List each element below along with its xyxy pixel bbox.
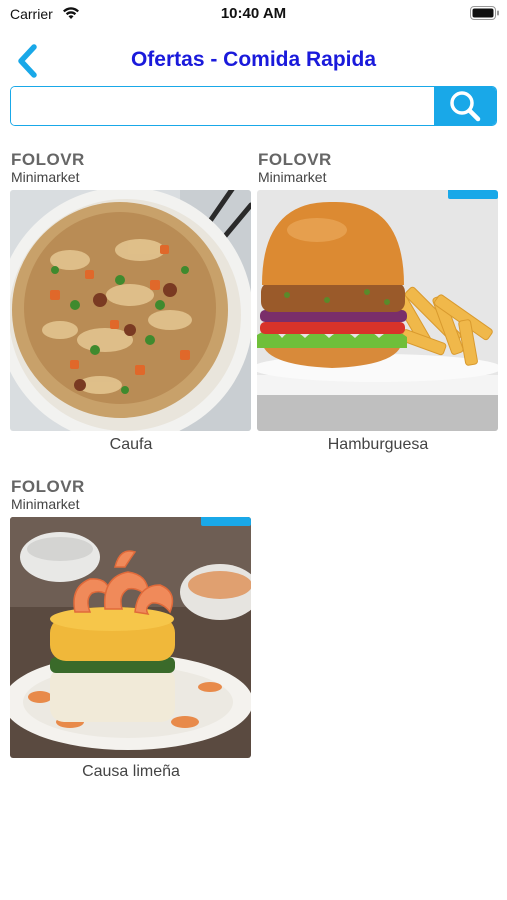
status-time: 10:40 AM xyxy=(220,5,287,22)
burger-and-fries-photo[interactable]: 33 % xyxy=(257,190,498,431)
status-bar: Carrier 10:40 AM xyxy=(0,0,507,30)
product-brand: FOLOVR xyxy=(11,150,85,169)
battery-icon xyxy=(470,6,499,20)
search-button[interactable] xyxy=(434,87,496,125)
fried-rice-photo[interactable] xyxy=(10,190,251,431)
product-store: Minimarket xyxy=(11,496,80,512)
discount-badge: 10 % xyxy=(200,517,251,526)
product-brand: FOLOVR xyxy=(11,477,85,496)
product-name: Caufa xyxy=(109,436,153,453)
search-icon xyxy=(450,91,481,122)
product-brand: FOLOVR xyxy=(258,150,332,169)
product-name: Causa limeña xyxy=(82,763,180,780)
discount-badge: 33 % xyxy=(447,190,498,199)
page-title: Ofertas - Comida Rapida xyxy=(130,48,377,71)
product-name: Hamburguesa xyxy=(327,436,429,453)
causa-with-shrimp-photo[interactable]: 10 % xyxy=(10,517,251,758)
search-bar xyxy=(10,86,497,126)
product-store: Minimarket xyxy=(11,169,80,185)
product-store: Minimarket xyxy=(258,169,327,185)
search-input[interactable] xyxy=(11,87,434,125)
